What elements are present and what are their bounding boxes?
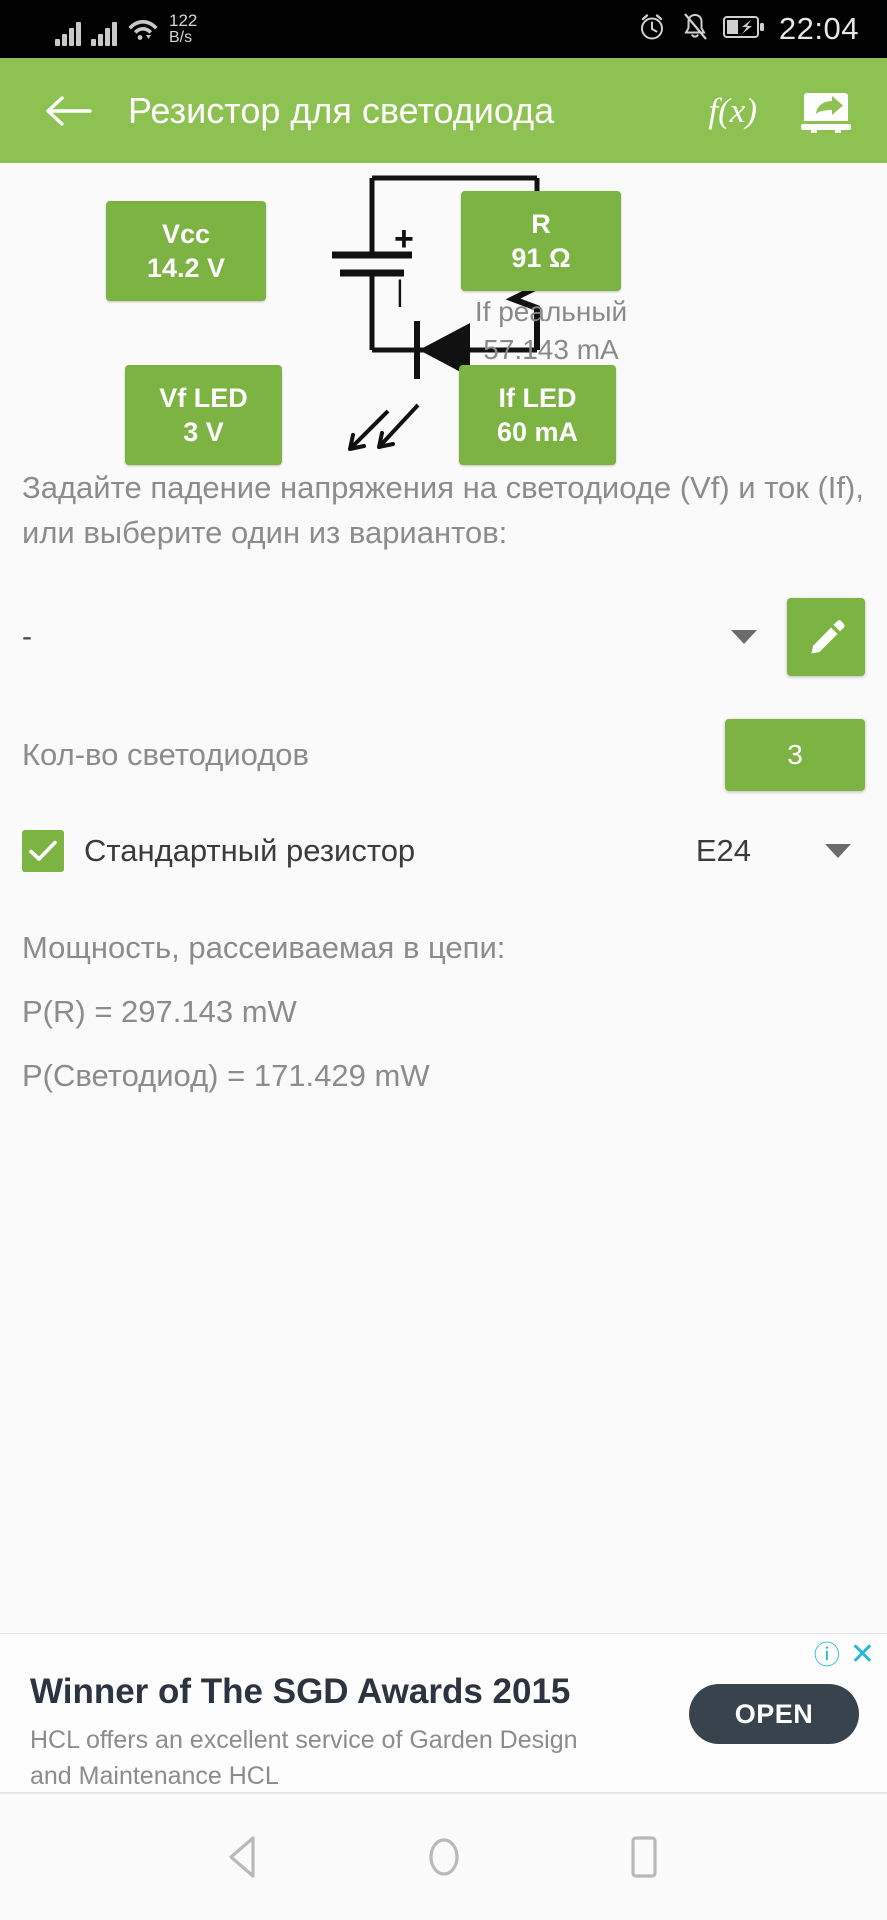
phone-screen: 122 B/s 22:04 Резистор для светодиода f(… — [0, 0, 887, 1920]
network-speed: 122 B/s — [169, 12, 197, 46]
svg-text:|: | — [396, 275, 404, 308]
android-nav-bar — [0, 1793, 887, 1920]
vcc-value: 14.2 V — [146, 253, 226, 283]
chevron-down-icon-series[interactable] — [825, 844, 851, 858]
vcc-label: Vcc — [161, 219, 211, 249]
standard-resistor-row: Стандартный резистор E24 — [0, 823, 887, 879]
share-export-icon[interactable] — [799, 88, 853, 134]
app-bar: Резистор для светодиода f(x) — [0, 58, 887, 163]
status-bar-right: 22:04 — [637, 11, 859, 47]
led-count-row: Кол-во светодиодов 3 — [0, 715, 887, 795]
nav-home-icon[interactable] — [409, 1822, 479, 1892]
resistor-power-value: P(R) = 297.143 mW — [22, 994, 297, 1029]
ad-close-icon[interactable]: ✕ — [850, 1640, 875, 1670]
ad-title: Winner of The SGD Awards 2015 — [30, 1672, 571, 1711]
if-led-value: 60 mA — [496, 417, 579, 447]
standard-resistor-checkbox[interactable] — [22, 830, 64, 872]
network-speed-value: 122 — [169, 11, 198, 30]
resistor-series-value[interactable]: E24 — [696, 833, 751, 869]
resistor-label: R — [531, 209, 551, 239]
page-title: Резистор для светодиода — [128, 89, 555, 131]
ad-body: HCL offers an excellent service of Garde… — [30, 1726, 578, 1790]
led-power-value: P(Светодиод) = 171.429 mW — [22, 1058, 430, 1093]
status-bar-left: 122 B/s — [55, 12, 197, 46]
back-arrow-icon[interactable] — [28, 93, 108, 129]
vcc-chip[interactable]: Vcc 14.2 V — [106, 201, 266, 301]
led-preset-value: - — [22, 620, 32, 653]
network-speed-unit: B/s — [169, 29, 193, 46]
resistor-value: 91 Ω — [511, 243, 571, 273]
instructions-text: Задайте падение напряжения на светодиоде… — [22, 470, 864, 550]
signal-bars-icon-2 — [91, 20, 117, 46]
standard-resistor-label: Стандартный резистор — [84, 833, 416, 868]
battery-charging-icon — [722, 15, 765, 44]
circuit-diagram: + | Vcc 14.2 V R 91 Ω If реальный 57.143… — [0, 163, 887, 465]
status-bar: 122 B/s 22:04 — [0, 0, 887, 58]
if-led-label: If LED — [498, 383, 577, 413]
led-count-label: Кол-во светодиодов — [22, 737, 310, 772]
wifi-icon — [127, 15, 159, 46]
led-preset-select[interactable]: - — [22, 597, 775, 677]
ad-badges: ⓘ ✕ — [814, 1640, 875, 1670]
alarm-icon — [637, 12, 667, 47]
bell-muted-icon — [681, 12, 709, 47]
vf-led-chip[interactable]: Vf LED 3 V — [125, 365, 282, 465]
if-real-label: If реальный — [474, 296, 628, 327]
pencil-icon[interactable] — [787, 598, 865, 676]
vf-led-label: Vf LED — [159, 383, 248, 413]
chevron-down-icon — [731, 630, 757, 644]
vf-led-value: 3 V — [183, 417, 224, 447]
nav-back-icon[interactable] — [209, 1822, 279, 1892]
resistor-chip[interactable]: R 91 Ω — [461, 191, 621, 291]
ad-banner[interactable]: ⓘ ✕ Winner of The SGD Awards 2015 HCL of… — [0, 1633, 887, 1793]
power-heading: Мощность, рассеиваемая в цепи: — [22, 930, 506, 965]
led-preset-row: - — [0, 597, 887, 677]
signal-bars-icon — [55, 20, 81, 46]
status-bar-clock: 22:04 — [778, 11, 859, 46]
if-real-value: 57.143 mA — [483, 334, 619, 365]
power-results: Мощность, рассеиваемая в цепи: P(R) = 29… — [22, 923, 865, 1101]
svg-text:+: + — [394, 220, 414, 258]
led-count-input[interactable]: 3 — [725, 719, 865, 791]
if-real-readout: If реальный 57.143 mA — [461, 293, 641, 369]
ad-open-button[interactable]: OPEN — [689, 1684, 859, 1744]
check-icon — [29, 840, 57, 861]
if-led-chip[interactable]: If LED 60 mA — [459, 365, 616, 465]
nav-recents-icon[interactable] — [609, 1822, 679, 1892]
formula-fx-button[interactable]: f(x) — [694, 91, 771, 131]
ad-info-icon[interactable]: ⓘ — [814, 1642, 840, 1668]
